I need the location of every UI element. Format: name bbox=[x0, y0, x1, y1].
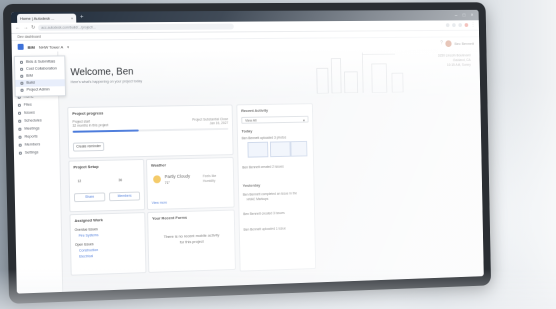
app-body: Home Files Issues Schedules Meetings Rep… bbox=[12, 48, 484, 294]
project-start-sub: 32 months in this project bbox=[72, 123, 108, 128]
maximize-icon[interactable]: □ bbox=[463, 12, 466, 21]
activity-entry[interactable]: Ben Bennett created 3 issues bbox=[243, 210, 310, 216]
card-title: Weather bbox=[151, 162, 166, 167]
forward-icon[interactable]: → bbox=[23, 25, 28, 31]
activity-entry[interactable]: Ben Bennett uploaded 3 photos bbox=[242, 135, 309, 140]
folder-icon bbox=[18, 103, 21, 106]
foreground-blur bbox=[0, 269, 556, 309]
members-button[interactable]: Members bbox=[109, 192, 140, 202]
card-title: Recent Activity bbox=[241, 108, 268, 113]
sidebar-item-settings[interactable]: Settings bbox=[14, 148, 60, 157]
kebab-menu-icon[interactable]: ⋮ bbox=[471, 22, 476, 28]
app-logo-icon[interactable] bbox=[18, 44, 24, 50]
progress-fill bbox=[73, 130, 139, 133]
assigned-item[interactable]: Construction bbox=[79, 248, 98, 253]
user-icon bbox=[19, 143, 22, 146]
tab-title: Home | Autodesk ... bbox=[20, 16, 54, 21]
yesterday-heading: Yesterday bbox=[243, 183, 261, 188]
create-reminder-button[interactable]: Create reminder bbox=[73, 142, 104, 152]
back-icon[interactable]: ← bbox=[15, 25, 20, 31]
browser-tab[interactable]: Home | Autodesk ... × bbox=[17, 14, 76, 23]
main-content: Welcome, Ben Here's what's happening on … bbox=[58, 48, 484, 292]
card-title: Your Recent Forms bbox=[152, 215, 187, 221]
assigned-work-card: Assigned Work Overdue Issues Fire System… bbox=[69, 212, 146, 276]
weather-detail-2: Humidity bbox=[203, 179, 216, 183]
view-more-link[interactable]: View more bbox=[152, 201, 167, 205]
photo-thumbnail[interactable] bbox=[270, 141, 291, 157]
assigned-item[interactable]: Electrical bbox=[79, 254, 93, 258]
extension-icon[interactable] bbox=[458, 23, 462, 27]
admin-icon bbox=[21, 89, 24, 92]
close-window-icon[interactable]: × bbox=[471, 12, 474, 21]
activity-filter-select[interactable]: View All ▾ bbox=[241, 116, 308, 124]
recent-activity-card: Recent Activity View All ▾ Today Ben Benn… bbox=[236, 103, 316, 271]
issue-icon bbox=[18, 111, 21, 114]
sun-icon bbox=[153, 175, 161, 183]
user-name: Bec Bennett bbox=[454, 41, 474, 46]
today-heading: Today bbox=[242, 128, 253, 133]
setup-stat-1: 12 bbox=[78, 179, 82, 183]
bids-icon bbox=[20, 61, 23, 64]
profile-icon[interactable] bbox=[465, 23, 469, 27]
chevron-down-icon[interactable]: ▾ bbox=[67, 44, 69, 49]
project-close-date: Jan 16, 2027 bbox=[210, 121, 229, 125]
extensions: ⋮ bbox=[446, 22, 476, 28]
weather-temp: 71° bbox=[165, 181, 170, 185]
bim-icon bbox=[20, 75, 23, 78]
activity-entry[interactable]: Ben Bennett created 2 issues bbox=[242, 164, 309, 169]
skyline-illustration bbox=[307, 50, 417, 93]
project-selector[interactable]: NHW Tower A bbox=[39, 44, 64, 49]
build-icon bbox=[20, 82, 23, 85]
open-group: Open Issues bbox=[75, 242, 94, 247]
hero-banner: Welcome, Ben Here's what's happening on … bbox=[58, 48, 480, 102]
project-progress-bar bbox=[73, 128, 229, 133]
project-setup-card: Project Setup 12 36 Share Members bbox=[68, 159, 145, 212]
weather-condition: Partly Cloudy bbox=[165, 174, 191, 180]
project-progress-card: Project progress Project start 32 months… bbox=[67, 104, 233, 158]
chevron-down-icon: ▾ bbox=[303, 117, 305, 124]
minimize-icon[interactable]: – bbox=[455, 12, 458, 21]
extension-icon[interactable] bbox=[446, 23, 450, 27]
app-name[interactable]: BIM bbox=[28, 44, 35, 49]
url-input[interactable]: acc.autodesk.com/build/.../project/... bbox=[38, 24, 234, 31]
cost-icon bbox=[20, 68, 23, 71]
window-controls: – □ × bbox=[455, 12, 479, 21]
weather-detail-1: Feels like bbox=[203, 174, 217, 178]
reload-icon[interactable]: ↻ bbox=[31, 25, 35, 31]
screen: Home | Autodesk ... × + – □ × ← → ↻ acc.… bbox=[11, 10, 484, 294]
site-info: 3150 Lincoln Boulevard Oakland, CA 10:15… bbox=[438, 53, 471, 68]
card-title: Assigned Work bbox=[74, 217, 102, 223]
setup-stat-2: 36 bbox=[118, 178, 122, 182]
weather-card: Weather Partly Cloudy 71° Feels like Hum… bbox=[146, 157, 235, 210]
card-title: Project Setup bbox=[73, 164, 98, 170]
share-button[interactable]: Share bbox=[74, 192, 105, 202]
people-icon bbox=[18, 127, 21, 130]
photo-thumbnail[interactable] bbox=[290, 141, 307, 157]
close-tab-icon[interactable]: × bbox=[71, 16, 73, 21]
chart-icon bbox=[19, 135, 22, 138]
overdue-group: Overdue Issues bbox=[75, 227, 98, 232]
photo-thumbnail[interactable] bbox=[247, 142, 268, 158]
assigned-item[interactable]: Fire Systems bbox=[79, 233, 99, 238]
monitor: Home | Autodesk ... × + – □ × ← → ↻ acc.… bbox=[3, 2, 491, 304]
card-title: Project progress bbox=[72, 110, 103, 115]
product-switcher-menu: Bids & Submittals Cost Collaboration BIM… bbox=[14, 55, 66, 96]
avatar[interactable] bbox=[445, 40, 451, 47]
calendar-icon bbox=[18, 119, 21, 122]
menu-item-admin[interactable]: Project Admin bbox=[16, 86, 65, 94]
new-tab-icon[interactable]: + bbox=[80, 14, 84, 23]
extension-icon[interactable] bbox=[452, 23, 456, 27]
gear-icon bbox=[19, 151, 22, 154]
recent-forms-card: Your Recent Forms There is no recent mob… bbox=[147, 210, 236, 273]
activity-link[interactable]: HVAC Markups bbox=[247, 196, 310, 202]
empty-state-text: There is no recent mobile activity for t… bbox=[162, 232, 221, 246]
user-menu[interactable]: ? Bec Bennett bbox=[440, 40, 474, 47]
activity-entry[interactable]: Ben Bennett uploaded 1 issue bbox=[244, 226, 311, 232]
help-icon[interactable]: ? bbox=[440, 40, 443, 46]
